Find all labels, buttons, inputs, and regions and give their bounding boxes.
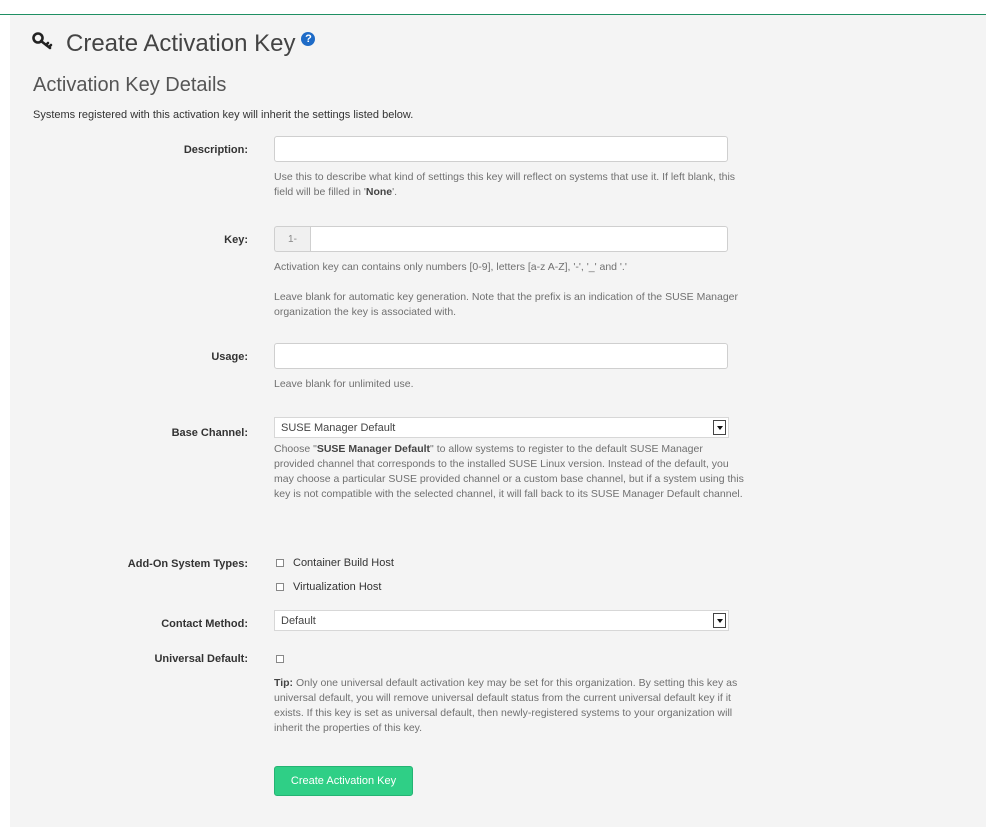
description-help-suffix: '. (392, 186, 398, 198)
create-activation-key-button[interactable]: Create Activation Key (274, 766, 413, 796)
description-help: Use this to describe what kind of settin… (274, 170, 744, 200)
base-channel-help-bold: SUSE Manager Default (316, 443, 431, 455)
tip-bold: Tip: (274, 677, 294, 689)
section-intro: Systems registered with this activation … (33, 109, 414, 121)
tip-text: Only one universal default activation ke… (274, 677, 738, 734)
chevron-down-icon[interactable] (713, 420, 726, 435)
usage-help: Leave blank for unlimited use. (274, 378, 414, 390)
virtualization-host-checkbox[interactable] (276, 583, 284, 591)
base-channel-select[interactable]: SUSE Manager Default (274, 417, 729, 438)
key-prefix: 1- (274, 226, 310, 252)
base-channel-selected: SUSE Manager Default (281, 421, 396, 434)
key-help-prefix: Leave blank for automatic key generation… (274, 291, 739, 318)
base-channel-help-prefix: Choose " (274, 443, 317, 455)
contact-method-selected: Default (281, 614, 316, 627)
key-icon (32, 30, 54, 58)
base-channel-label: Base Channel: (171, 427, 248, 439)
description-input[interactable] (274, 136, 728, 162)
container-build-host-checkbox[interactable] (276, 559, 284, 567)
universal-default-checkbox[interactable] (276, 655, 284, 663)
usage-input[interactable] (274, 343, 728, 369)
key-help-chars: Activation key can contains only numbers… (274, 261, 627, 273)
question-circle-icon[interactable]: ? (301, 32, 316, 46)
usage-label: Usage: (211, 351, 248, 363)
description-label: Description: (183, 144, 248, 156)
key-label: Key: (224, 234, 248, 246)
description-help-bold: None (365, 186, 393, 198)
contact-method-label: Contact Method: (161, 618, 248, 630)
universal-default-label: Universal Default: (154, 653, 248, 665)
universal-default-tip: Tip: Only one universal default activati… (274, 676, 744, 736)
section-title: Activation Key Details (33, 74, 227, 96)
key-input[interactable] (310, 226, 728, 252)
container-build-host-label: Container Build Host (293, 557, 394, 569)
addon-label: Add-On System Types: (127, 558, 248, 570)
page-title-text: Create Activation Key (66, 30, 296, 57)
virtualization-host-label: Virtualization Host (293, 581, 382, 593)
contact-method-select[interactable]: Default (274, 610, 729, 631)
base-channel-help: Choose "SUSE Manager Default" to allow s… (274, 442, 744, 502)
chevron-down-icon[interactable] (713, 613, 726, 628)
description-help-text: Use this to describe what kind of settin… (274, 171, 736, 198)
page-title: Create Activation Key ? (32, 28, 316, 60)
